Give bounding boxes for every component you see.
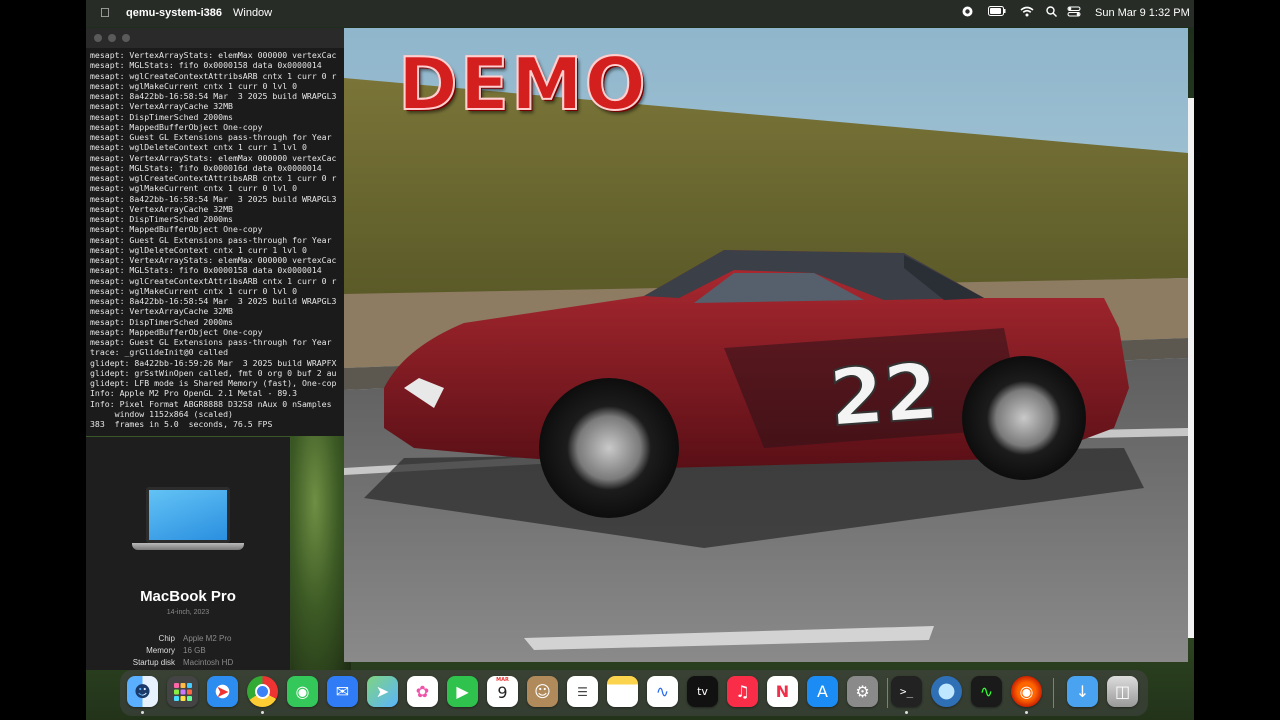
rear-wheel [962,356,1086,480]
terminal-line: mesapt: VertexArrayCache 32MB [90,203,233,214]
close-button[interactable] [94,34,102,42]
terminal-output[interactable]: mesapt: VertexArrayStats: elemMax 000000… [90,50,348,429]
terminal-line: Info: Apple M2 Pro OpenGL 2.1 Metal - 89… [90,388,298,399]
terminal-line: mesapt: Guest GL Extensions pass-through… [90,234,332,245]
spec-key: Memory [146,646,175,655]
terminal-line: mesapt: wglMakeCurrent cntx 1 curr 0 lvl… [90,80,298,91]
terminal-line: mesapt: MGLStats: fifo 0x0000158 data 0x… [90,265,322,276]
dock: ☻ ➤ ◉ ✉ ➤ ✿ ▶ MAR 9 ☺ ☰ ∿ tv ♫ N A ⚙ >_ … [120,670,1148,716]
background-window-edge [1188,98,1194,638]
trash-icon[interactable]: ◫ [1107,676,1138,707]
reminders-icon[interactable]: ☰ [567,676,598,707]
menu-bar:  qemu-system-i386 Window Sun Mar 9 1:32… [86,0,1194,27]
qemu-game-window[interactable]: 22 DEMO [344,28,1188,662]
quicktime-icon[interactable] [931,676,962,707]
terminal-line: window 1152x864 (scaled) [90,408,233,419]
terminal-line: mesapt: MGLStats: fifo 0x0000158 data 0x… [90,60,322,71]
zoom-button[interactable] [122,34,130,42]
qemu-icon[interactable]: ◉ [1011,676,1042,707]
spec-value: Apple M2 Pro [183,634,232,643]
terminal-window[interactable]: mesapt: VertexArrayStats: elemMax 000000… [86,28,349,436]
freeform-icon[interactable]: ∿ [647,676,678,707]
terminal-line: mesapt: wglMakeCurrent cntx 1 curr 0 lvl… [90,183,298,194]
terminal-line: mesapt: MappedBufferObject One-copy [90,224,263,235]
wifi-icon[interactable] [1020,6,1034,20]
terminal-line: mesapt: wglCreateContextAttribsARB cntx … [90,70,337,81]
macbook-icon [132,487,244,550]
terminal-line: mesapt: Guest GL Extensions pass-through… [90,132,332,142]
terminal-line: Info: Pixel Format ABGR8888 D32S8 nAux 0… [90,398,332,409]
terminal-line: 383 frames in 5.0 seconds, 76.5 FPS [90,419,273,429]
front-wheel [539,378,679,518]
system-settings-icon[interactable]: ⚙ [847,676,878,707]
terminal-line: mesapt: VertexArrayCache 32MB [90,306,233,317]
wallpaper [291,430,351,670]
terminal-line: mesapt: MappedBufferObject One-copy [90,326,263,337]
terminal-line: mesapt: MappedBufferObject One-copy [90,121,263,132]
terminal-line: mesapt: DispTimerSched 2000ms [90,111,233,122]
mail-icon[interactable]: ✉ [327,676,358,707]
apple-icon[interactable]:  [100,5,110,20]
terminal-line: mesapt: wglCreateContextAttribsARB cntx … [90,173,337,183]
notes-icon[interactable] [607,676,638,707]
search-icon[interactable] [1046,6,1057,20]
demo-banner: DEMO [397,41,648,127]
spec-value: 16 GB [183,646,206,655]
terminal-line: mesapt: 8a422bb-16:58:54 Mar 3 2025 buil… [90,296,337,306]
terminal-line: mesapt: wglMakeCurrent cntx 1 curr 0 lvl… [90,285,298,296]
terminal-line: mesapt: 8a422bb-16:58:54 Mar 3 2025 buil… [90,91,337,101]
terminal-line: glidept: grSstWinOpen called, fmt 0 org … [90,367,337,378]
app-store-icon[interactable]: A [807,676,838,707]
record-icon[interactable] [962,6,973,20]
maps-icon[interactable]: ➤ [367,676,398,707]
desktop:  qemu-system-i386 Window Sun Mar 9 1:32… [86,0,1194,720]
spec-value: Macintosh HD [183,658,234,667]
terminal-line: trace: _grGlideInit@0 called [90,347,229,358]
terminal-line: mesapt: 8a422bb-16:58:54 Mar 3 2025 buil… [90,193,337,204]
safari-icon[interactable]: ➤ [207,676,238,707]
terminal-title-bar[interactable] [86,28,348,48]
minimize-button[interactable] [108,34,116,42]
terminal-line: mesapt: VertexArrayStats: elemMax 000000… [90,152,337,163]
about-subtitle: 14-inch, 2023 [166,609,210,616]
messages-icon[interactable]: ◉ [287,676,318,707]
terminal-line: mesapt: DispTimerSched 2000ms [90,316,233,327]
activity-monitor-icon[interactable]: ∿ [971,676,1002,707]
launchpad-icon[interactable] [167,676,198,707]
calendar-day: 9 [497,683,508,702]
control-center-icon[interactable] [1067,6,1081,20]
terminal-line: mesapt: VertexArrayStats: elemMax 000000… [90,255,337,265]
terminal-line: mesapt: wglCreateContextAttribsARB cntx … [90,275,337,286]
menu-app-name[interactable]: qemu-system-i386 [126,7,222,19]
about-title: MacBook Pro [140,588,236,605]
terminal-line: mesapt: wglDeleteContext cntx 1 curr 1 l… [90,142,307,153]
terminal-line: mesapt: Guest GL Extensions pass-through… [90,337,332,347]
car-number: 22 [827,347,942,444]
menu-window[interactable]: Window [233,7,272,19]
spec-key: Chip [158,634,175,643]
music-icon[interactable]: ♫ [727,676,758,707]
terminal-line: mesapt: wglDeleteContext cntx 1 curr 1 l… [90,244,307,255]
terminal-line: mesapt: VertexArrayStats: elemMax 000000… [90,50,337,60]
contacts-icon[interactable]: ☺ [527,676,558,707]
about-this-mac-panel: MacBook Pro 14-inch, 2023 Chip Apple M2 … [86,437,290,670]
tv-icon[interactable]: tv [687,676,718,707]
facetime-icon[interactable]: ▶ [447,676,478,707]
terminal-line: mesapt: MGLStats: fifo 0x000016d data 0x… [90,162,322,173]
spec-key: Startup disk [132,658,175,667]
photos-icon[interactable]: ✿ [407,676,438,707]
finder-icon[interactable]: ☻ [127,676,158,707]
news-icon[interactable]: N [767,676,798,707]
terminal-line: glidept: LFB mode is Shared Memory (fast… [90,378,337,388]
terminal-line: mesapt: VertexArrayCache 32MB [90,101,233,112]
calendar-icon[interactable]: MAR 9 [487,676,518,707]
menu-clock[interactable]: Sun Mar 9 1:32 PM [1095,7,1190,19]
terminal-line: glidept: 8a422bb-16:59:26 Mar 3 2025 bui… [90,357,337,368]
terminal-icon[interactable]: >_ [891,676,922,707]
chrome-icon[interactable] [247,676,278,707]
battery-icon[interactable] [988,6,1006,19]
downloads-icon[interactable]: ↓ [1067,676,1098,707]
terminal-line: mesapt: DispTimerSched 2000ms [90,214,233,224]
